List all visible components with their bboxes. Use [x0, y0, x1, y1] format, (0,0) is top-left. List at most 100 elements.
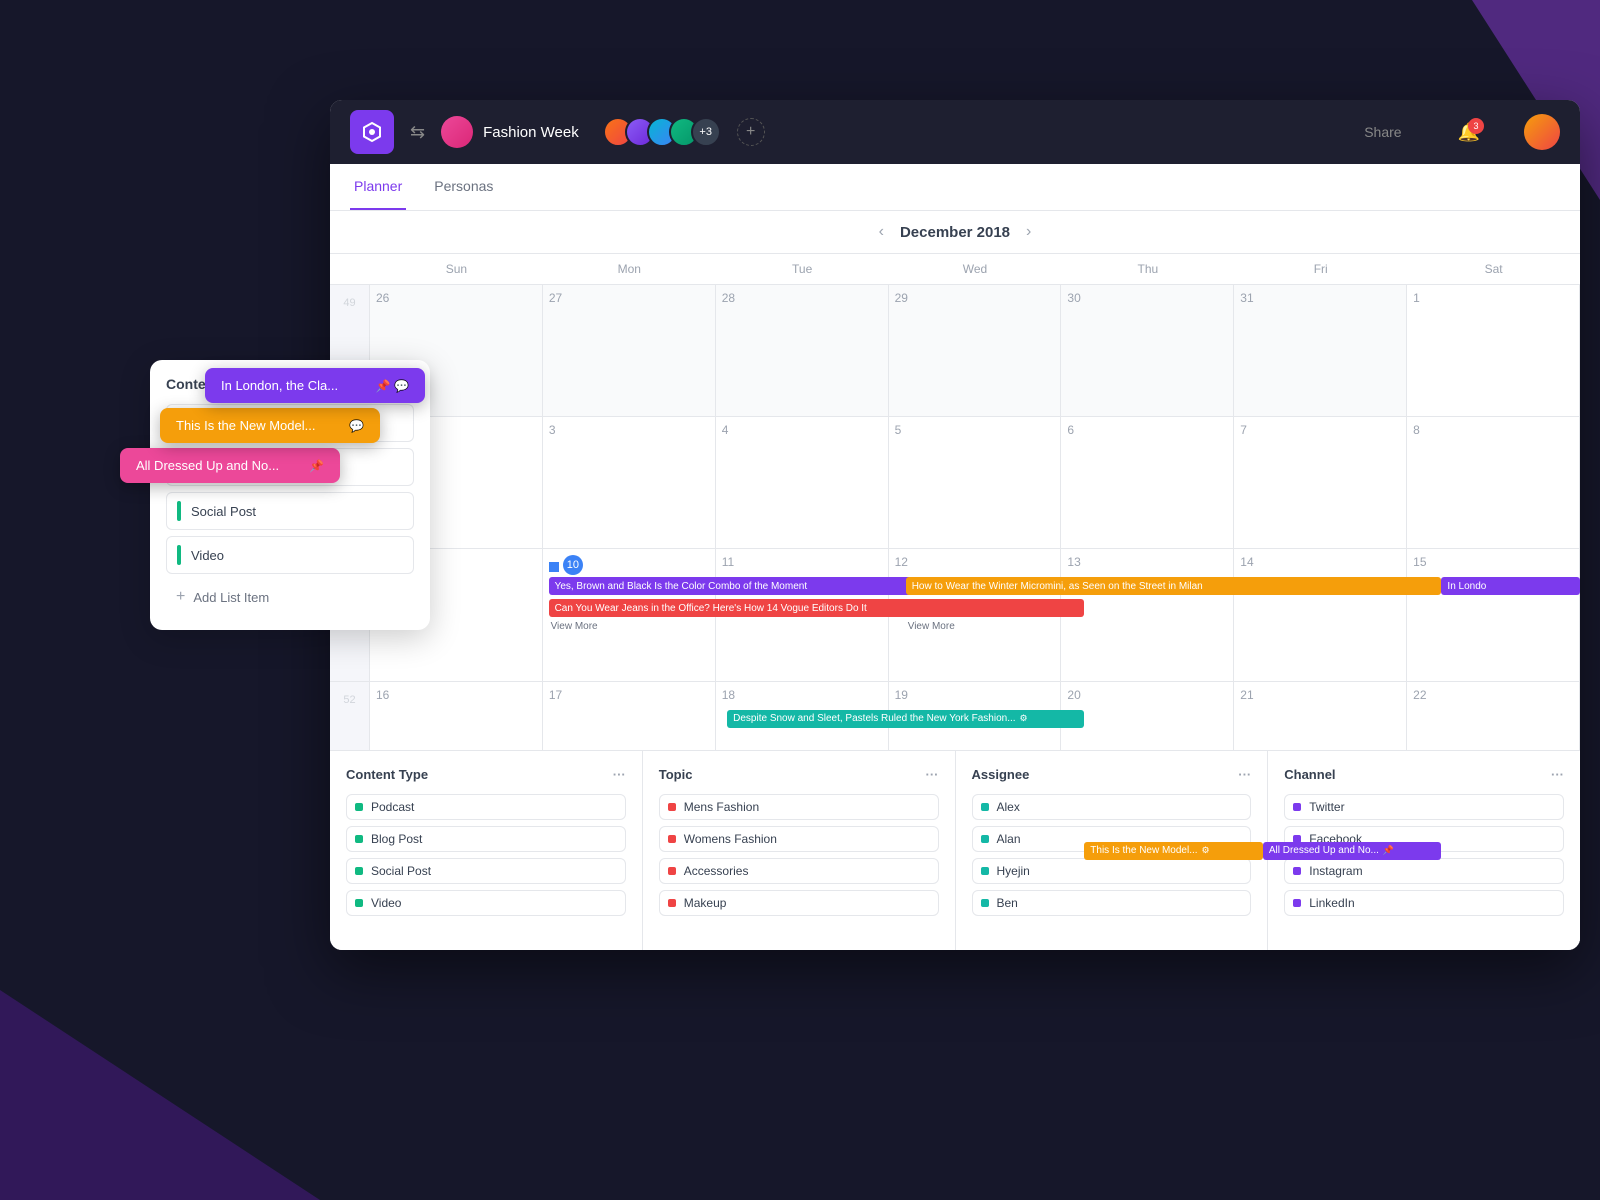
add-collaborator-button[interactable]: + [737, 118, 765, 146]
dot-womens-fashion [668, 835, 676, 843]
next-month-button[interactable]: › [1026, 223, 1031, 241]
cal-cell-dec13[interactable]: 13 [1061, 549, 1234, 680]
day-header-fri: Fri [1234, 254, 1407, 284]
calendar-header: ‹ December 2018 › [330, 211, 1580, 254]
notification-badge: 3 [1468, 118, 1484, 134]
dot-mens-fashion [668, 803, 676, 811]
view-more-row3-right[interactable]: View More [908, 621, 955, 632]
dot-makeup [668, 899, 676, 907]
cal-cell-nov30[interactable]: 30 [1061, 285, 1234, 416]
back-button[interactable]: ⇆ [410, 122, 425, 143]
cal-cell-dec4[interactable]: 4 [716, 417, 889, 548]
filter-item-twitter[interactable]: Twitter [1284, 794, 1564, 820]
filter-panel-topic: Topic ··· Mens Fashion Womens Fashion Ac… [643, 751, 956, 950]
cal-cell-nov27[interactable]: 27 [543, 285, 716, 416]
day-header-sun: Sun [370, 254, 543, 284]
channel-menu[interactable]: ··· [1551, 767, 1564, 782]
day-header-mon: Mon [543, 254, 716, 284]
filter-item-accessories[interactable]: Accessories [659, 858, 939, 884]
cal-cell-dec15[interactable]: 15 [1407, 549, 1580, 680]
dot-ben [981, 899, 989, 907]
floating-card-london[interactable]: In London, the Cla... 📌 💬 [205, 368, 425, 403]
dot-twitter [1293, 803, 1301, 811]
cal-cell-nov31[interactable]: 31 [1234, 285, 1407, 416]
filter-item-instagram[interactable]: Instagram [1284, 858, 1564, 884]
calendar-row-2: 50 2 3 4 5 6 7 8 [330, 417, 1580, 549]
cal-cell-dec5[interactable]: 5 [889, 417, 1062, 548]
project-selector[interactable]: Fashion Week [441, 116, 579, 148]
filter-item-video[interactable]: Video [346, 890, 626, 916]
filter-item-podcast[interactable]: Podcast [346, 794, 626, 820]
filter-item-makeup[interactable]: Makeup [659, 890, 939, 916]
cal-cell-dec8[interactable]: 8 [1407, 417, 1580, 548]
filter-item-womens-fashion[interactable]: Womens Fashion [659, 826, 939, 852]
cal-cell-nov29[interactable]: 29 [889, 285, 1062, 416]
card-london-text: In London, the Cla... [221, 378, 338, 393]
day-header-wed: Wed [889, 254, 1062, 284]
app-logo[interactable] [350, 110, 394, 154]
project-name: Fashion Week [483, 124, 579, 141]
cal-cell-dec3[interactable]: 3 [543, 417, 716, 548]
view-more-row3-left[interactable]: View More [551, 621, 598, 632]
event-in-london-row3[interactable]: In Londo [1441, 577, 1580, 595]
filter-item-mens-fashion[interactable]: Mens Fashion [659, 794, 939, 820]
calendar-month-title: December 2018 [900, 224, 1010, 241]
tab-planner[interactable]: Planner [350, 164, 406, 210]
collaborator-count[interactable]: +3 [691, 117, 721, 147]
dot-video [355, 899, 363, 907]
dot-linkedin [1293, 899, 1301, 907]
cal-cell-dec14[interactable]: 14 [1234, 549, 1407, 680]
filter-title-assignee: Assignee ··· [972, 767, 1252, 782]
dot-alex [981, 803, 989, 811]
prev-month-button[interactable]: ‹ [879, 223, 884, 241]
add-list-item-button[interactable]: + Add List Item [166, 580, 414, 614]
dot-podcast [355, 803, 363, 811]
day-header-sat: Sat [1407, 254, 1580, 284]
filter-title-content-type: Content Type ··· [346, 767, 626, 782]
card-dressed-text: All Dressed Up and No... [136, 458, 279, 473]
cal-cell-dec6[interactable]: 6 [1061, 417, 1234, 548]
event-pastels[interactable]: Despite Snow and Sleet, Pastels Ruled th… [727, 710, 1084, 728]
topic-menu[interactable]: ··· [926, 767, 939, 782]
cal-cell-dec1[interactable]: 1 [1407, 285, 1580, 416]
card-dressed-icons: 📌 [309, 459, 324, 473]
day-header-thu: Thu [1061, 254, 1234, 284]
filter-item-alex[interactable]: Alex [972, 794, 1252, 820]
notifications-button[interactable]: 🔔 3 [1458, 122, 1480, 143]
event-micromini[interactable]: How to Wear the Winter Micromini, as See… [906, 577, 1442, 595]
filter-item-blog-post[interactable]: Blog Post [346, 826, 626, 852]
dot-blog [355, 835, 363, 843]
event-new-model-dec27[interactable]: This Is the New Model... ⚙ [1084, 842, 1263, 860]
event-vogue-jeans[interactable]: Can You Wear Jeans in the Office? Here's… [549, 599, 1085, 617]
card-model-icons: 💬 [349, 419, 364, 433]
filter-item-linkedin[interactable]: LinkedIn [1284, 890, 1564, 916]
assignee-menu[interactable]: ··· [1238, 767, 1251, 782]
event-all-dressed-dec28[interactable]: All Dressed Up and No... 📌 [1263, 842, 1442, 860]
share-button[interactable]: Share [1364, 124, 1401, 140]
calendar-days-header: Sun Mon Tue Wed Thu Fri Sat [330, 254, 1580, 285]
day-header-tue: Tue [716, 254, 889, 284]
content-type-menu[interactable]: ··· [613, 767, 626, 782]
nav-tabs: Planner Personas [330, 164, 1580, 211]
user-avatar[interactable] [1524, 114, 1560, 150]
panel-item-video[interactable]: Video [166, 536, 414, 574]
filter-item-hyejin[interactable]: Hyejin [972, 858, 1252, 884]
filter-item-social-post[interactable]: Social Post [346, 858, 626, 884]
floating-card-dressed[interactable]: All Dressed Up and No... 📌 [120, 448, 340, 483]
week-num-header [330, 254, 370, 284]
tab-personas[interactable]: Personas [430, 164, 497, 210]
cal-cell-dec7[interactable]: 7 [1234, 417, 1407, 548]
card-london-icons: 📌 💬 [376, 379, 409, 393]
filter-item-ben[interactable]: Ben [972, 890, 1252, 916]
floating-card-model[interactable]: This Is the New Model... 💬 [160, 408, 380, 443]
collaborators-list: +3 [603, 117, 721, 147]
app-window: ⇆ Fashion Week +3 + Share 🔔 3 Planner [330, 100, 1580, 950]
filter-title-topic: Topic ··· [659, 767, 939, 782]
app-content: Planner Personas ‹ December 2018 › Sun M… [330, 164, 1580, 950]
dot-alan [981, 835, 989, 843]
app-header: ⇆ Fashion Week +3 + Share 🔔 3 [330, 100, 1580, 164]
cal-cell-nov28[interactable]: 28 [716, 285, 889, 416]
project-avatar [441, 116, 473, 148]
panel-bar-video [177, 545, 181, 565]
panel-item-social-post[interactable]: Social Post [166, 492, 414, 530]
